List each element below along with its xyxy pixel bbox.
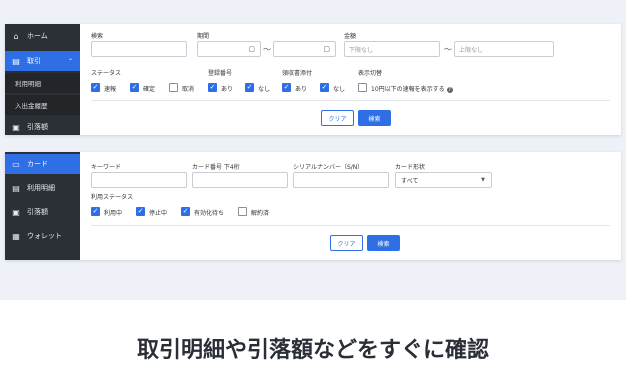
- transactions-panel: ⌂ ホーム ▤ 取引 ⌃ 利用明細 入出金履歴 ▣ 引落額 検索 期間 ▢ 〜 …: [5, 24, 621, 135]
- sidebar-item-label: 引落額: [27, 208, 48, 216]
- amount-separator: 〜: [444, 45, 452, 54]
- registration-yes-checkbox[interactable]: ✓: [208, 83, 217, 92]
- card-type-select[interactable]: すべて ▼: [395, 172, 492, 188]
- usage-status-label: 利用ステータス: [91, 194, 134, 201]
- amount-label: 金額: [344, 33, 357, 40]
- money-icon: ▣: [12, 122, 20, 132]
- checkbox-label: 解約済: [251, 210, 270, 217]
- search-button[interactable]: 検索: [358, 110, 391, 126]
- status-cancelled-checkbox[interactable]: [238, 207, 247, 216]
- keyword-label: キーワード: [91, 164, 122, 171]
- money-icon: ▣: [12, 207, 20, 217]
- home-icon: ⌂: [13, 31, 19, 41]
- chevron-up-icon: ⌃: [67, 57, 73, 65]
- receipt-yes-checkbox[interactable]: ✓: [282, 83, 291, 92]
- card-icon: ▭: [12, 159, 20, 169]
- sidebar-item-label: カード: [27, 160, 48, 168]
- period-start-input[interactable]: ▢: [197, 41, 261, 57]
- cards-panel: ▭ カード ▤ 利用明細 ▣ 引落額 ▦ ウォレット キーワード カード番号 下…: [5, 152, 621, 260]
- card-search-form: キーワード カード番号 下4桁 シリアルナンバー（S/N） カード形状 すべて …: [80, 152, 621, 260]
- sidebar-item-label: ホーム: [27, 32, 48, 40]
- sidebar-item-label: 引落額: [27, 123, 48, 131]
- amount-min-input[interactable]: 下限なし: [344, 41, 440, 57]
- status-active-checkbox[interactable]: ✓: [91, 207, 100, 216]
- search-form: 検索 期間 ▢ 〜 ▢ 金額 下限なし 〜 上限なし ステータス 登録番号 領収…: [80, 24, 621, 135]
- sidebar-subitem-deposit[interactable]: 入出金履歴: [5, 95, 80, 115]
- calendar-icon: ▢: [248, 45, 255, 53]
- registration-no-checkbox[interactable]: ✓: [245, 83, 254, 92]
- sidebar: ▭ カード ▤ 利用明細 ▣ 引落額 ▦ ウォレット: [5, 152, 80, 260]
- sidebar-item-label: 利用明細: [27, 184, 55, 192]
- status-suspended-checkbox[interactable]: ✓: [136, 207, 145, 216]
- divider: [91, 225, 610, 226]
- checkbox-label: 10円以下の速報を表示する?: [371, 86, 453, 93]
- checkbox-label: 利用中: [104, 210, 123, 217]
- status-cancelled-checkbox[interactable]: [169, 83, 178, 92]
- period-label: 期間: [197, 33, 210, 40]
- sidebar-item-transactions[interactable]: ▤ 取引 ⌃: [5, 51, 80, 71]
- sidebar-item-label: 取引: [27, 57, 41, 65]
- checkbox-label: 停止中: [149, 210, 168, 217]
- registration-label: 登録番号: [208, 70, 233, 77]
- caption-heading: 取引明細や引落額などをすぐに確認: [136, 338, 489, 363]
- display-label: 表示切替: [358, 70, 383, 77]
- period-end-input[interactable]: ▢: [273, 41, 336, 57]
- checkbox-label: 速報: [104, 86, 117, 93]
- sidebar-item-withdrawal[interactable]: ▣ 引落額: [5, 202, 80, 222]
- checkbox-label: 確定: [143, 86, 156, 93]
- sidebar-item-home[interactable]: ⌂ ホーム: [5, 26, 80, 46]
- sidebar-item-usage[interactable]: ▤ 利用明細: [5, 178, 80, 198]
- search-label: 検索: [91, 33, 104, 40]
- sidebar-subitem-usage[interactable]: 利用明細: [5, 73, 80, 93]
- checkbox-label: 取消: [182, 86, 195, 93]
- status-label: ステータス: [91, 70, 122, 77]
- sidebar-item-withdrawal[interactable]: ▣ 引落額: [5, 117, 80, 135]
- sidebar-item-label: ウォレット: [27, 232, 62, 240]
- wallet-icon: ▦: [12, 231, 20, 241]
- checkbox-label: 有効化待ち: [194, 210, 225, 217]
- receipt-label: 領収書添付: [282, 70, 313, 77]
- checkbox-label: なし: [258, 86, 271, 93]
- checkbox-label: なし: [333, 86, 346, 93]
- document-icon: ▤: [12, 56, 20, 66]
- checkbox-label: あり: [221, 86, 234, 93]
- amount-max-input[interactable]: 上限なし: [454, 41, 554, 57]
- checkbox-label: あり: [295, 86, 308, 93]
- receipt-no-checkbox[interactable]: ✓: [320, 83, 329, 92]
- clear-button[interactable]: クリア: [321, 110, 354, 126]
- calendar-icon: ▢: [323, 45, 330, 53]
- serial-input[interactable]: [293, 172, 389, 188]
- search-button[interactable]: 検索: [367, 235, 400, 251]
- chevron-down-icon: ▼: [481, 177, 485, 183]
- keyword-input[interactable]: [91, 172, 187, 188]
- document-icon: ▤: [12, 183, 20, 193]
- display-small-amounts-checkbox[interactable]: [358, 83, 367, 92]
- screenshot-stage: ⌂ ホーム ▤ 取引 ⌃ 利用明細 入出金履歴 ▣ 引落額 検索 期間 ▢ 〜 …: [0, 0, 626, 300]
- period-separator: 〜: [263, 45, 271, 54]
- search-input[interactable]: [91, 41, 187, 57]
- clear-button[interactable]: クリア: [330, 235, 363, 251]
- status-confirmed-checkbox[interactable]: ✓: [130, 83, 139, 92]
- help-icon[interactable]: ?: [446, 86, 453, 93]
- status-pending-checkbox[interactable]: ✓: [181, 207, 190, 216]
- card-type-label: カード形状: [395, 164, 426, 171]
- sidebar-item-wallet[interactable]: ▦ ウォレット: [5, 226, 80, 246]
- card-last4-label: カード番号 下4桁: [192, 164, 240, 171]
- card-last4-input[interactable]: [192, 172, 288, 188]
- status-flash-checkbox[interactable]: ✓: [91, 83, 100, 92]
- serial-label: シリアルナンバー（S/N）: [293, 164, 364, 171]
- divider: [91, 100, 610, 101]
- sidebar: ⌂ ホーム ▤ 取引 ⌃ 利用明細 入出金履歴 ▣ 引落額: [5, 24, 80, 135]
- sidebar-item-card[interactable]: ▭ カード: [5, 154, 80, 174]
